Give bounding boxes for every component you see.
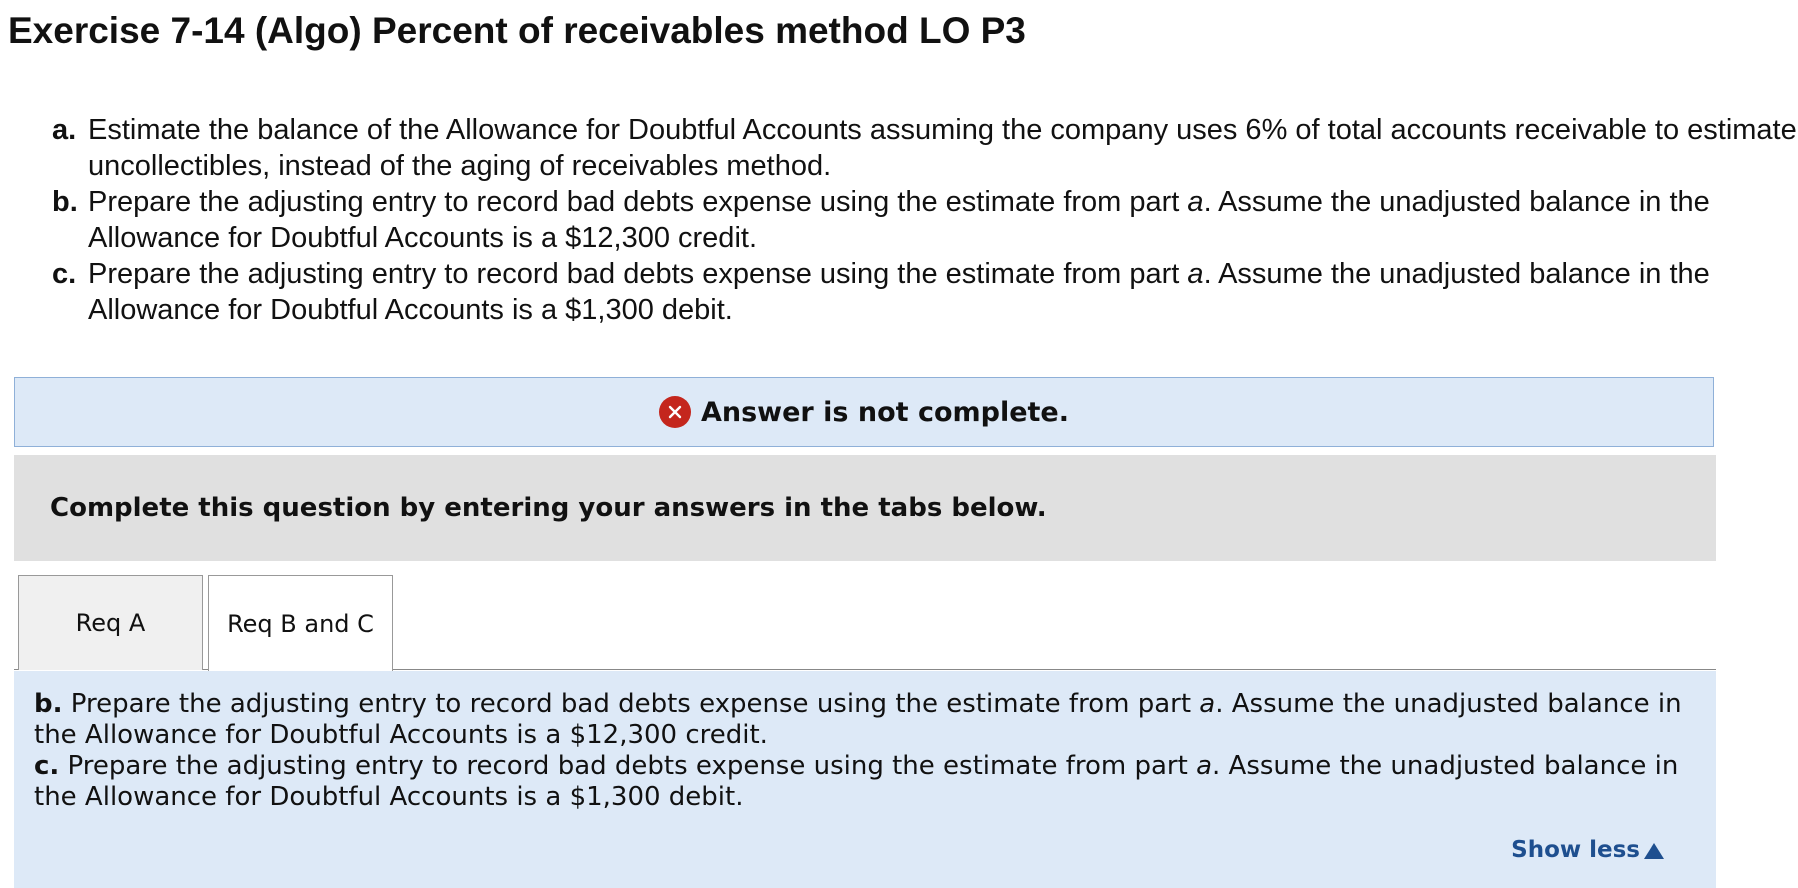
alert-text: Answer is not complete.	[700, 396, 1070, 428]
answer-status-alert: Answer is not complete.	[14, 377, 1714, 447]
panel-instruction-c: c. Prepare the adjusting entry to record…	[34, 751, 1679, 812]
tab-req-b-and-c[interactable]: Req B and C	[208, 575, 393, 671]
tabs-instruction-bar: Complete this question by entering your …	[14, 455, 1716, 561]
instruction-item-c: c. Prepare the adjusting entry to record…	[52, 256, 1798, 328]
instruction-letter: a.	[52, 114, 77, 146]
instruction-text: Prepare the adjusting entry to record ba…	[88, 186, 1710, 254]
show-less-label: Show less	[1511, 837, 1640, 863]
panel-instruction-b: b. Prepare the adjusting entry to record…	[34, 689, 1682, 750]
tab-strip: Req A Req B and C	[14, 575, 1716, 671]
tab-panel-req-b-and-c: b. Prepare the adjusting entry to record…	[14, 671, 1716, 888]
instruction-text: Estimate the balance of the Allowance fo…	[88, 114, 1797, 182]
instruction-item-a: a. Estimate the balance of the Allowance…	[52, 112, 1798, 184]
tabs-instruction-text: Complete this question by entering your …	[50, 493, 1047, 523]
page-title: Exercise 7-14 (Algo) Percent of receivab…	[8, 10, 1026, 51]
instruction-letter: b.	[52, 186, 78, 218]
show-less-link[interactable]: Show less	[1511, 835, 1664, 866]
triangle-up-icon	[1644, 842, 1664, 859]
instruction-item-b: b. Prepare the adjusting entry to record…	[52, 184, 1798, 256]
instruction-list: a. Estimate the balance of the Allowance…	[52, 112, 1798, 328]
tab-req-a[interactable]: Req A	[18, 575, 203, 670]
instruction-letter: c.	[52, 258, 77, 290]
error-x-icon	[658, 396, 691, 428]
instruction-text: Prepare the adjusting entry to record ba…	[88, 258, 1710, 326]
